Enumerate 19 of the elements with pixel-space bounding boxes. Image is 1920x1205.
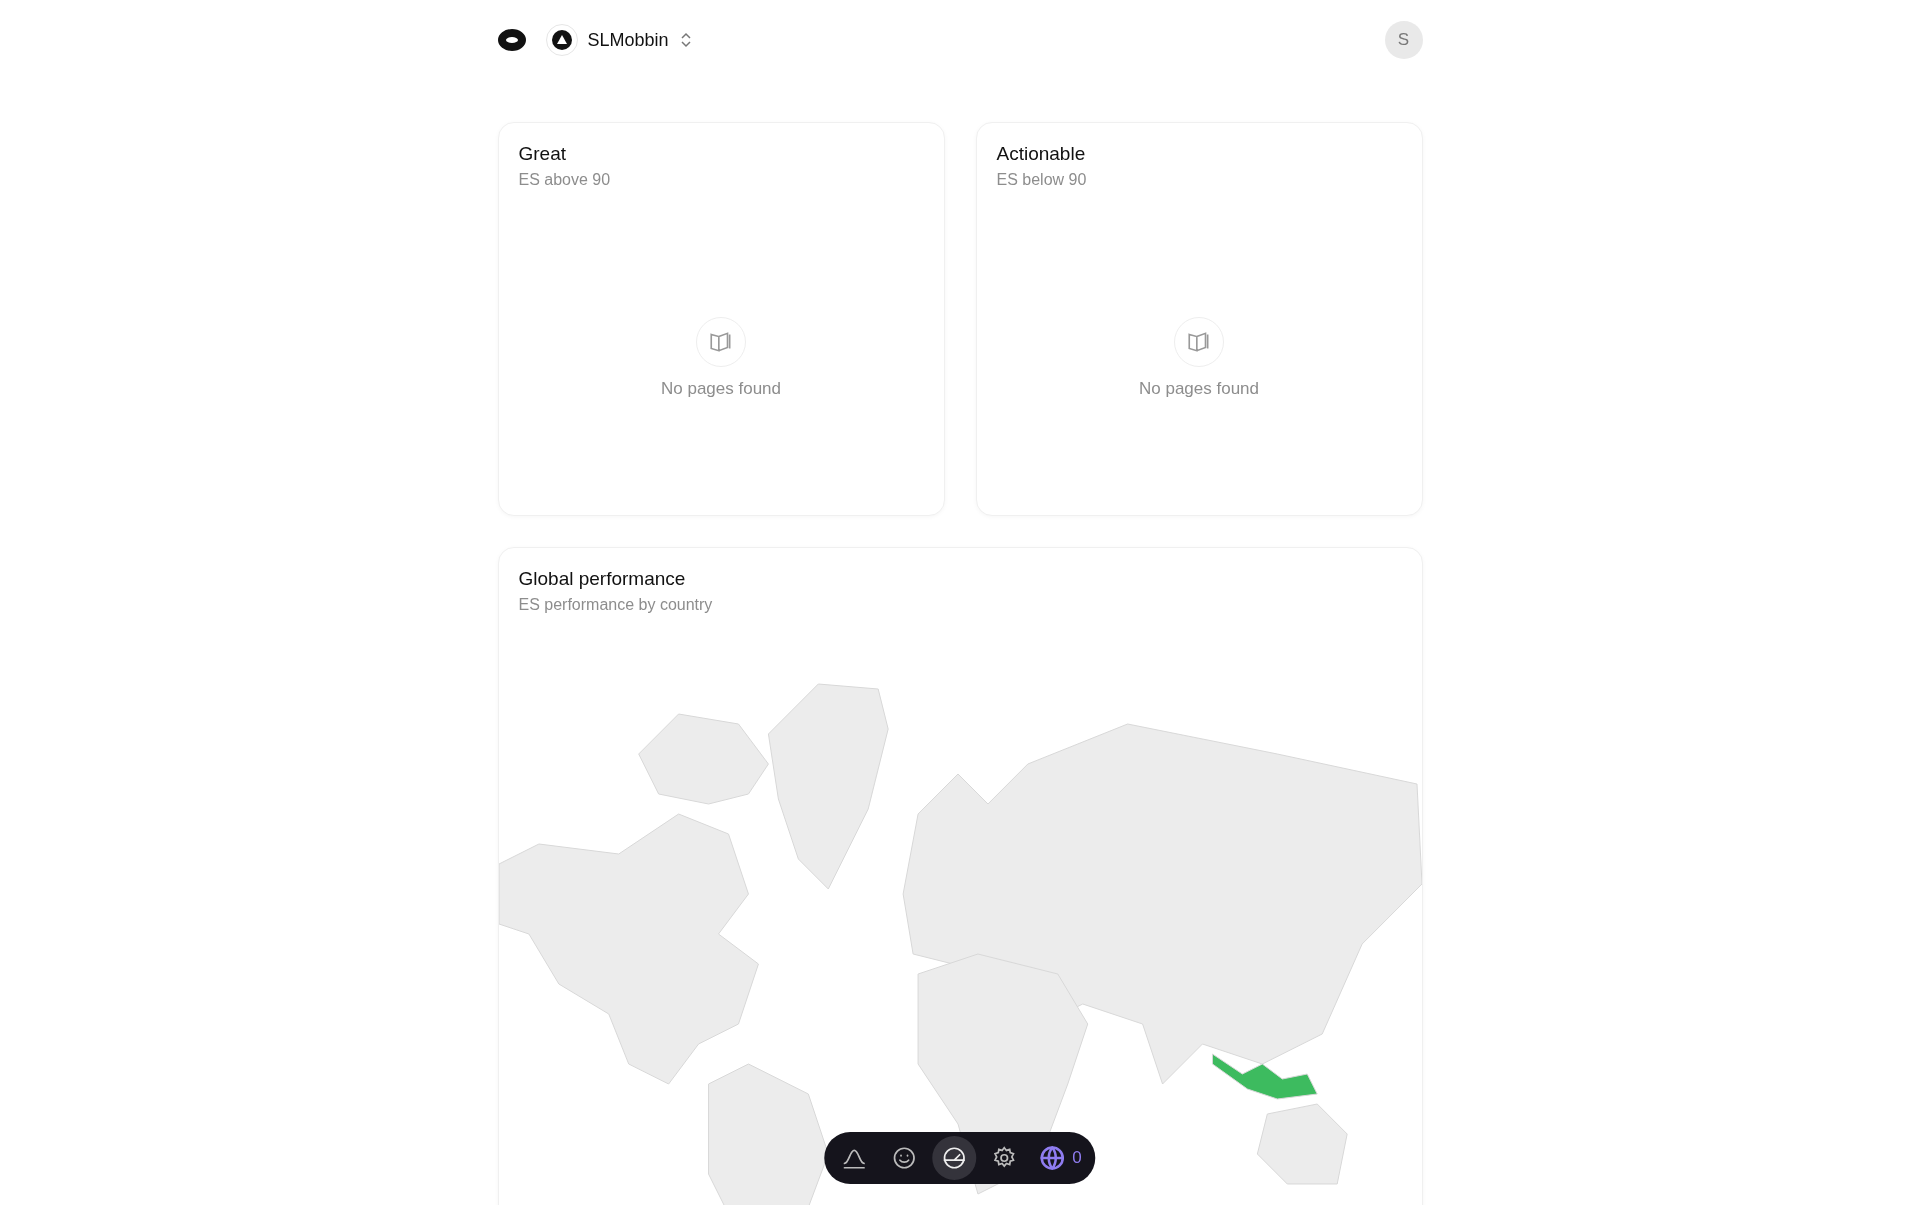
card-title: Great	[518, 143, 568, 165]
card-title: Global performance	[518, 568, 687, 590]
chevron-up-down-icon	[678, 31, 693, 49]
card-subtitle: ES performance by country	[518, 596, 714, 614]
empty-message: No pages found	[660, 379, 781, 399]
gauge-icon	[941, 1145, 968, 1171]
card-subtitle: ES below 90	[996, 171, 1088, 189]
logo[interactable]	[497, 29, 526, 51]
toolbar-button[interactable]: 0	[1032, 1136, 1088, 1180]
workspace-switcher[interactable]: SLMobbin	[545, 24, 693, 56]
card-subtitle: ES above 90	[518, 171, 612, 189]
empty-message: No pages found	[1138, 379, 1259, 399]
book-icon	[1174, 317, 1224, 367]
globe-icon	[1038, 1144, 1067, 1172]
book-icon	[696, 317, 746, 367]
toolbar-button[interactable]	[932, 1136, 977, 1180]
user-avatar[interactable]: S	[1384, 21, 1423, 59]
smiley-icon	[891, 1145, 918, 1171]
card-title: Actionable	[996, 143, 1087, 165]
